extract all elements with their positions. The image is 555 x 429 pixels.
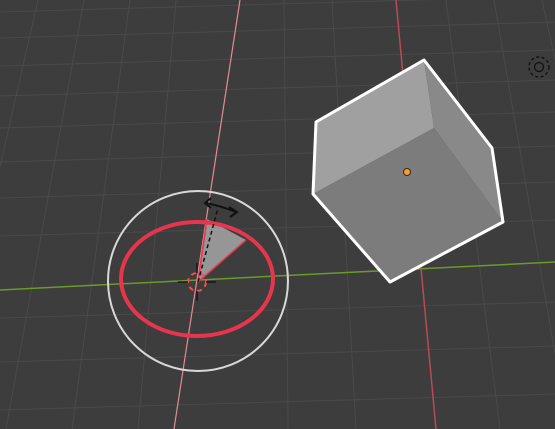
- grid-line: [283, 0, 289, 429]
- grid-line: [0, 0, 39, 169]
- grid-line: [137, 0, 177, 429]
- grid-line: [0, 21, 555, 39]
- drag-arrowhead-right: [228, 206, 239, 218]
- grid-line: [71, 0, 131, 429]
- grid-line: [0, 79, 555, 97]
- cube-object[interactable]: [311, 58, 505, 284]
- light-outer-ring: [528, 56, 550, 78]
- 3d-viewport[interactable]: [0, 0, 555, 429]
- light-inner-ring: [533, 61, 545, 73]
- grid-line: [0, 393, 555, 411]
- grid-line: [0, 49, 555, 67]
- object-origin-dot: [403, 168, 411, 176]
- rotate-gizmo[interactable]: [107, 190, 289, 372]
- grid-line: [541, 0, 555, 62]
- light-icon[interactable]: [528, 56, 550, 78]
- grid-line: [0, 301, 555, 319]
- viewport-canvas[interactable]: [0, 0, 555, 429]
- y-axis-line: [0, 261, 555, 291]
